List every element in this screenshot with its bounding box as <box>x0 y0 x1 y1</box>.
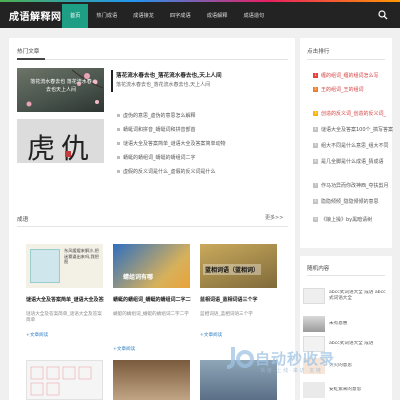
idiom-title[interactable]: 蜻蜓的蜻组词_蜻蜓的蜻组词二字二字 <box>113 296 191 303</box>
featured-thumbnail-2[interactable]: 虎仇 <box>17 119 104 163</box>
hot-ranking-item[interactable]: 9 《娘上操》by黑暗请树 <box>313 216 372 223</box>
hot-ranking-item[interactable]: 1 缠的组词_缠的组词怎么写 <box>313 72 379 79</box>
article-list-item[interactable]: 谜语大全及答案简单_谜语大全及答案简单动物 <box>117 140 226 147</box>
watermark-subtext: · 快 速 · 上 线 · 来 访 · 友 链 <box>257 368 321 374</box>
article-list-item[interactable]: 蜻蜓的蜻组词_蜻蜓的蜻组词二字 <box>117 154 196 161</box>
idiom-thumbnail-2[interactable]: 蜻组词有哪 <box>113 244 190 288</box>
riddle-image <box>30 249 60 283</box>
hot-ranking-item[interactable]: 5 组大不同是什么意思_组大不同 <box>313 142 389 149</box>
hot-ranking-item[interactable]: 4 谜语大全及答案100个_搞写答案 <box>313 126 393 133</box>
writing-grid-image <box>30 366 92 396</box>
calligraphy-chars: 虎仇 <box>27 132 96 163</box>
rank-badge: 8 <box>313 199 318 204</box>
rank-badge: 6 <box>313 159 318 164</box>
main-nav: 首页 热门成语 成语接龙 四字成语 成语解释 成语造句 <box>62 4 272 28</box>
more-link[interactable]: 更多>> <box>265 214 283 221</box>
idiom-thumbnail-5[interactable] <box>113 360 190 400</box>
site-header: 成语解释网 首页 热门成语 成语接龙 四字成语 成语解释 成语造句 <box>0 2 400 28</box>
rank-badge: 1 <box>313 73 318 78</box>
featured-article-desc: 落花流水春去也_落花流水春去也,天上人间 <box>116 82 211 88</box>
hot-ranking-item[interactable]: 3 创造的反义词_创造的反义词_ <box>313 110 386 117</box>
watermark-text: 自动秒收录 <box>255 349 336 368</box>
nav-hot-idioms[interactable]: 热门成语 <box>88 4 125 28</box>
item-thumbnail <box>303 382 325 398</box>
hot-ranking-title: 点击排行 <box>307 49 330 55</box>
article-list-item[interactable]: 虚假的反义词是什么_虚假的反义词是什么 <box>117 168 216 175</box>
bullet-icon <box>117 156 120 159</box>
item-thumbnail <box>303 288 325 304</box>
read-more-link[interactable]: +文章阅读 <box>26 332 48 338</box>
featured-thumbnail-1[interactable]: 落花流水春去也 落花流水春去也天上人间 <box>17 68 104 112</box>
article-list-item[interactable]: 虚伪的意思_虚伪的意思怎么解释 <box>117 112 196 119</box>
idiom-desc: 谜语大全及答案简单_谜语大全及答案简单 <box>26 312 102 323</box>
hot-articles-title: 热门文章 <box>17 49 40 55</box>
random-content-item[interactable]: abcc式词语大全 成语 abcc式词语大全 <box>303 288 391 304</box>
bullet-icon <box>117 170 120 173</box>
hot-ranking-item[interactable]: 2 王的组词_王的组词 <box>313 86 364 93</box>
read-more-link[interactable]: +文章阅读 <box>113 346 135 352</box>
rank-badge: 5 <box>313 143 318 148</box>
divider <box>307 275 385 276</box>
rank-badge: 2 <box>313 87 318 92</box>
idiom-desc: 蓝相词语_蓝相词语三个字 <box>200 312 253 317</box>
idioms-title: 成语 <box>17 217 29 223</box>
title-underline <box>17 58 45 60</box>
thumbnail-overlay-text: 蜻组词有哪 <box>123 274 154 281</box>
item-thumbnail <box>303 316 325 332</box>
rank-badge: 9 <box>313 217 318 222</box>
rank-badge: 7 <box>313 183 318 188</box>
search-icon[interactable] <box>378 10 388 20</box>
red-seal-mark <box>65 151 71 157</box>
divider <box>307 59 385 60</box>
random-content-item[interactable]: 未有恩惠 <box>303 316 391 332</box>
nav-home[interactable]: 首页 <box>62 4 89 28</box>
article-list-item[interactable]: 蜻蜓词和拼音_蜻蜓词和拼音部首 <box>117 126 196 133</box>
site-logo[interactable]: 成语解释网 <box>9 8 62 23</box>
idiom-thumbnail-4[interactable] <box>26 360 103 400</box>
divider <box>17 226 288 227</box>
riddle-image-text: 东风缓缓来解沙,把迷雾逼出来吗,我把图 <box>64 248 99 264</box>
nav-idiom-chain[interactable]: 成语接龙 <box>125 4 162 28</box>
divider <box>17 59 288 60</box>
nav-sentence[interactable]: 成语造句 <box>235 4 272 28</box>
read-more-link[interactable]: +文章阅读 <box>200 332 222 338</box>
hot-ranking-item[interactable]: 6 是几全脚是什么成语_猜成语 <box>313 158 384 165</box>
hot-ranking-item[interactable]: 8 隐隐倾倾_隐隐倾倾的意思 <box>313 198 379 205</box>
thumbnail-overlay-text: 蓝相词语（蓝相词） <box>203 264 262 275</box>
featured-article-title[interactable]: 落花流水春去也_落花流水春去也,天上人间 <box>116 71 222 79</box>
random-content-item[interactable]: 安虹紫来的意思 <box>303 382 391 398</box>
nav-explain[interactable]: 成语解释 <box>199 4 236 28</box>
bullet-icon <box>117 128 120 131</box>
hot-ranking-item[interactable]: 7 作马功异而你改神西_夺扶剪月 <box>313 182 389 189</box>
watermark-logo-icon <box>226 347 254 369</box>
rank-badge: 4 <box>313 127 318 132</box>
nav-four-char[interactable]: 四字成语 <box>162 4 199 28</box>
thumbnail-caption: 落花流水春去也 落花流水春去也天上人间 <box>30 79 92 93</box>
featured-accent-bar <box>111 70 113 92</box>
random-content-title: 随机内容 <box>307 266 330 272</box>
bullet-icon <box>117 114 120 117</box>
idiom-desc: 蜻蜓的蜻组词_蜻蜓的蜻组词二字二字 <box>113 312 189 317</box>
bullet-icon <box>117 142 120 145</box>
idiom-thumbnail-1[interactable]: 东风缓缓来解沙,把迷雾逼出来吗,我把图 <box>26 244 103 288</box>
rank-badge: 3 <box>313 111 318 116</box>
idiom-title[interactable]: 蓝相词语_蓝相词语三个字 <box>200 296 278 303</box>
idiom-title[interactable]: 谜语大全及答案简单_谜语大全及答案简单 <box>26 296 104 303</box>
idiom-thumbnail-3[interactable]: 蓝相词语（蓝相词） <box>200 244 277 288</box>
